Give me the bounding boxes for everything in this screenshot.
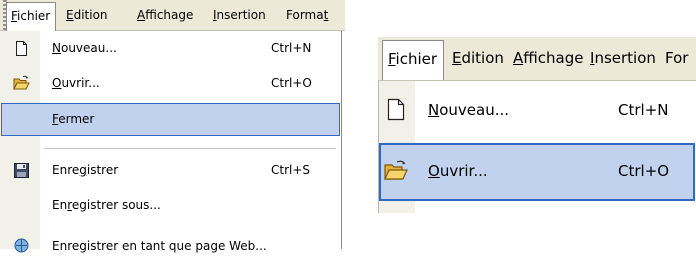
- menu-insertion[interactable]: Insertion: [213, 8, 266, 22]
- menu-item-label: Ouvrir...: [428, 162, 488, 180]
- menu-edition[interactable]: Edition: [66, 8, 108, 22]
- menu-item-nouveau[interactable]: Nouveau... Ctrl+N: [379, 83, 695, 139]
- menu-format[interactable]: For: [665, 50, 688, 67]
- shortcut-label: Ctrl+N: [618, 101, 669, 119]
- menu-insertion[interactable]: Insertion: [590, 50, 656, 67]
- menu-bar: Fichier Edition Affichage Insertion Form…: [0, 0, 345, 31]
- menu-fichier[interactable]: Fichier: [382, 40, 445, 80]
- menu-item-enregistrer-sous[interactable]: Enregistrer sous...: [0, 188, 341, 223]
- menu-item-nouveau[interactable]: Nouveau... Ctrl+N: [0, 31, 341, 66]
- menu-bar: Fichier Edition Affichage Insertion For: [378, 37, 696, 81]
- menu-affichage[interactable]: Affichage: [513, 50, 583, 67]
- menu-fichier[interactable]: Fichier: [6, 2, 57, 31]
- menu-item-label: Enregistrer sous...: [52, 198, 161, 212]
- menu-separator: [44, 148, 336, 149]
- menu-item-label: Nouveau...: [52, 41, 117, 55]
- shortcut-label: Ctrl+O: [271, 76, 312, 90]
- new-document-icon: [13, 40, 30, 57]
- menu-edition[interactable]: Edition: [452, 50, 504, 67]
- open-folder-icon: [13, 75, 30, 92]
- right-menu-zoomed: Fichier Edition Affichage Insertion For …: [378, 37, 696, 213]
- left-menu-screenshot: Fichier Edition Affichage Insertion Form…: [0, 0, 345, 253]
- menu-item-ouvrir[interactable]: Ouvrir... Ctrl+O: [379, 143, 695, 201]
- menu-item-ouvrir[interactable]: Ouvrir... Ctrl+O: [0, 66, 341, 101]
- menu-item-label: Fermer: [52, 112, 95, 126]
- menu-item-label: Ouvrir...: [52, 76, 100, 90]
- fichier-dropdown-menu: Nouveau... Ctrl+N Ouvrir... Ctrl+O Ferme…: [0, 31, 342, 253]
- save-web-icon: [13, 237, 30, 254]
- fichier-dropdown-menu: Nouveau... Ctrl+N Ouvrir... Ctrl+O: [378, 81, 696, 213]
- menu-item-enregistrer[interactable]: Enregistrer Ctrl+S: [0, 153, 341, 188]
- menu-item-label: Nouveau...: [428, 101, 510, 119]
- save-disk-icon: [13, 162, 30, 179]
- menu-item-enregistrer-page-web[interactable]: Enregistrer en tant que page Web...: [0, 232, 341, 267]
- menu-item-label: Enregistrer en tant que page Web...: [52, 239, 267, 253]
- shortcut-label: Ctrl+N: [271, 41, 312, 55]
- shortcut-label: Ctrl+S: [271, 163, 311, 177]
- new-document-icon: [384, 97, 408, 122]
- menu-format[interactable]: Format: [286, 8, 328, 22]
- menu-item-fermer[interactable]: Fermer: [1, 103, 340, 136]
- shortcut-label: Ctrl+O: [618, 162, 670, 180]
- menu-affichage[interactable]: Affichage: [137, 8, 193, 22]
- open-folder-icon: [384, 159, 408, 184]
- menu-item-label: Enregistrer: [52, 163, 119, 177]
